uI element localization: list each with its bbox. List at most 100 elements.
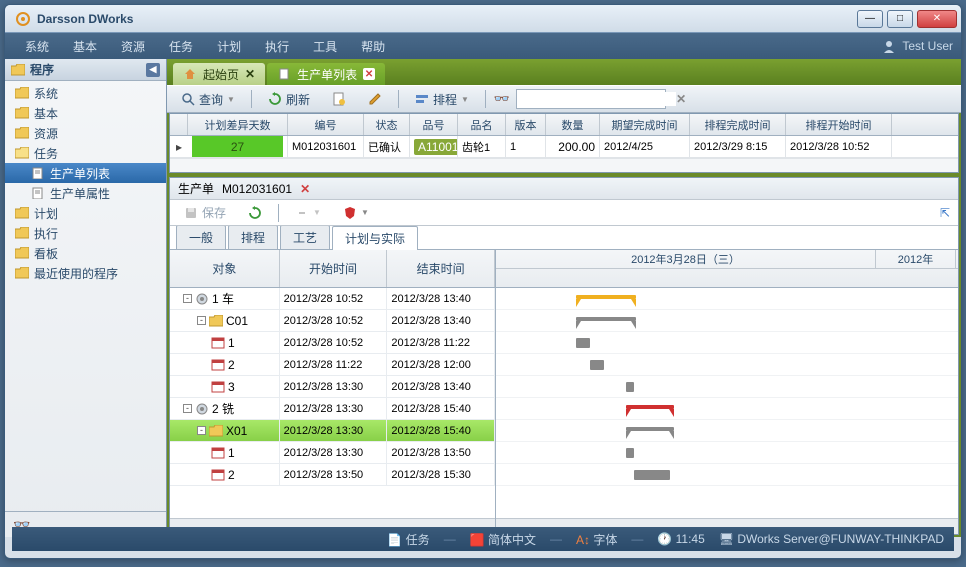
new-button[interactable]	[324, 90, 354, 108]
sidebar-item[interactable]: 计划	[5, 203, 166, 223]
tab-close-icon[interactable]: ✕	[363, 68, 375, 80]
menu-item[interactable]: 工具	[301, 34, 349, 59]
refresh-button[interactable]: 刷新	[260, 89, 318, 110]
subtab[interactable]: 一般	[176, 225, 226, 249]
gantt-row	[496, 288, 958, 310]
sidebar-collapse-button[interactable]: ◀	[146, 63, 160, 77]
subtab[interactable]: 计划与实际	[332, 226, 418, 250]
column-header[interactable]: 编号	[288, 114, 364, 135]
sidebar-item[interactable]: 资源	[5, 123, 166, 143]
task-row[interactable]: 12012/3/28 10:522012/3/28 11:22	[170, 332, 495, 354]
tab-close-icon[interactable]: ✕	[245, 67, 255, 81]
task-row[interactable]: 12012/3/28 13:302012/3/28 13:50	[170, 442, 495, 464]
column-header[interactable]: 开始时间	[280, 250, 388, 287]
popout-icon[interactable]: ⇱	[940, 206, 950, 220]
query-button[interactable]: 查询 ▼	[173, 89, 243, 110]
menu-item[interactable]: 执行	[253, 34, 301, 59]
expander-icon[interactable]: -	[183, 294, 192, 303]
subtab[interactable]: 排程	[228, 225, 278, 249]
sidebar-item[interactable]: 生产单属性	[5, 183, 166, 203]
menu-item[interactable]: 任务	[157, 34, 205, 59]
close-button[interactable]: ✕	[917, 10, 957, 28]
tab[interactable]: 起始页✕	[173, 63, 265, 85]
task-row[interactable]: -2 铣2012/3/28 13:302012/3/28 15:40	[170, 398, 495, 420]
table-cell: 27	[188, 136, 288, 157]
clear-search-icon[interactable]: ✕	[676, 92, 686, 106]
gantt-bar[interactable]	[576, 317, 636, 321]
status-lang[interactable]: 🟥 简体中文	[470, 531, 536, 548]
menu-item[interactable]: 计划	[205, 34, 253, 59]
menu-item[interactable]: 帮助	[349, 34, 397, 59]
gantt-bar[interactable]	[576, 295, 636, 299]
table-cell: 齿轮1	[458, 136, 506, 157]
close-detail-icon[interactable]: ✕	[300, 182, 310, 196]
user-label[interactable]: Test User	[882, 39, 953, 53]
refresh-detail-button[interactable]	[240, 204, 270, 222]
tabbar: 起始页✕生产单列表✕	[167, 59, 961, 85]
status-task[interactable]: 📄 任务	[387, 531, 429, 548]
status-server: 🖥 DWorks Server@FUNWAY-THINKPAD	[719, 532, 944, 546]
gantt-row	[496, 332, 958, 354]
subtab[interactable]: 工艺	[280, 225, 330, 249]
task-row[interactable]: 22012/3/28 13:502012/3/28 15:30	[170, 464, 495, 486]
task-row[interactable]: 32012/3/28 13:302012/3/28 13:40	[170, 376, 495, 398]
column-header[interactable]: 排程开始时间	[786, 114, 892, 135]
column-header[interactable]: 数量	[546, 114, 600, 135]
maximize-button[interactable]: □	[887, 10, 913, 28]
table-row[interactable]: ▸ 27M012031601已确认A11001齿轮11200.002012/4/…	[170, 136, 958, 158]
expander-icon[interactable]: -	[197, 426, 206, 435]
sidebar-item[interactable]: 系统	[5, 83, 166, 103]
edit-button[interactable]	[360, 90, 390, 108]
shield-button[interactable]: ▼	[335, 204, 377, 222]
status-font[interactable]: A↕ 字体	[576, 531, 617, 548]
sidebar-item[interactable]: 生产单列表	[5, 163, 166, 183]
expander-icon[interactable]: -	[183, 404, 192, 413]
column-header[interactable]: 对象	[170, 250, 280, 287]
pencil-icon	[368, 92, 382, 106]
task-row[interactable]: -C012012/3/28 10:522012/3/28 13:40	[170, 310, 495, 332]
column-header[interactable]: 计划差异天数	[188, 114, 288, 135]
column-header[interactable]: 品号	[410, 114, 458, 135]
column-header[interactable]: 结束时间	[387, 250, 495, 287]
gantt-bar[interactable]	[626, 448, 634, 458]
column-header[interactable]: 状态	[364, 114, 410, 135]
link-button[interactable]: ▼	[287, 204, 329, 222]
task-row[interactable]: 22012/3/28 11:222012/3/28 12:00	[170, 354, 495, 376]
menubar: 系统基本资源任务计划执行工具帮助 Test User	[5, 33, 961, 59]
expander-icon[interactable]: -	[197, 316, 206, 325]
column-header[interactable]: 版本	[506, 114, 546, 135]
sidebar-item[interactable]: 基本	[5, 103, 166, 123]
sidebar-item[interactable]: 执行	[5, 223, 166, 243]
gantt-bar[interactable]	[634, 470, 670, 480]
search-box[interactable]: ✕	[516, 89, 666, 109]
gantt-bar[interactable]	[576, 338, 590, 348]
gantt-bar[interactable]	[590, 360, 604, 370]
tab[interactable]: 生产单列表✕	[267, 63, 385, 85]
gantt-chart: 2012年3月28日（三） 2012年	[496, 250, 958, 534]
table-cell: 2012/3/28 10:52	[786, 136, 892, 157]
table-cell: 已确认	[364, 136, 410, 157]
sidebar-item[interactable]: 最近使用的程序	[5, 263, 166, 283]
schedule-button[interactable]: 排程 ▼	[407, 89, 477, 110]
column-header[interactable]: 排程完成时间	[690, 114, 786, 135]
gantt-bar[interactable]	[626, 405, 674, 409]
task-row[interactable]: -X012012/3/28 13:302012/3/28 15:40	[170, 420, 495, 442]
gantt-row	[496, 464, 958, 486]
gantt-bar[interactable]	[626, 382, 634, 392]
menu-item[interactable]: 资源	[109, 34, 157, 59]
gantt-row	[496, 310, 958, 332]
sidebar-item[interactable]: 任务	[5, 143, 166, 163]
search-input[interactable]	[521, 92, 676, 106]
menu-item[interactable]: 系统	[13, 34, 61, 59]
chevron-down-icon: ▼	[227, 95, 235, 104]
gantt-row	[496, 398, 958, 420]
minimize-button[interactable]: —	[857, 10, 883, 28]
task-row[interactable]: -1 车2012/3/28 10:522012/3/28 13:40	[170, 288, 495, 310]
column-header[interactable]: 品名	[458, 114, 506, 135]
table-cell: M012031601	[288, 136, 364, 157]
table-cell: 2012/4/25	[600, 136, 690, 157]
sidebar-item[interactable]: 看板	[5, 243, 166, 263]
menu-item[interactable]: 基本	[61, 34, 109, 59]
gantt-bar[interactable]	[626, 427, 674, 431]
column-header[interactable]: 期望完成时间	[600, 114, 690, 135]
